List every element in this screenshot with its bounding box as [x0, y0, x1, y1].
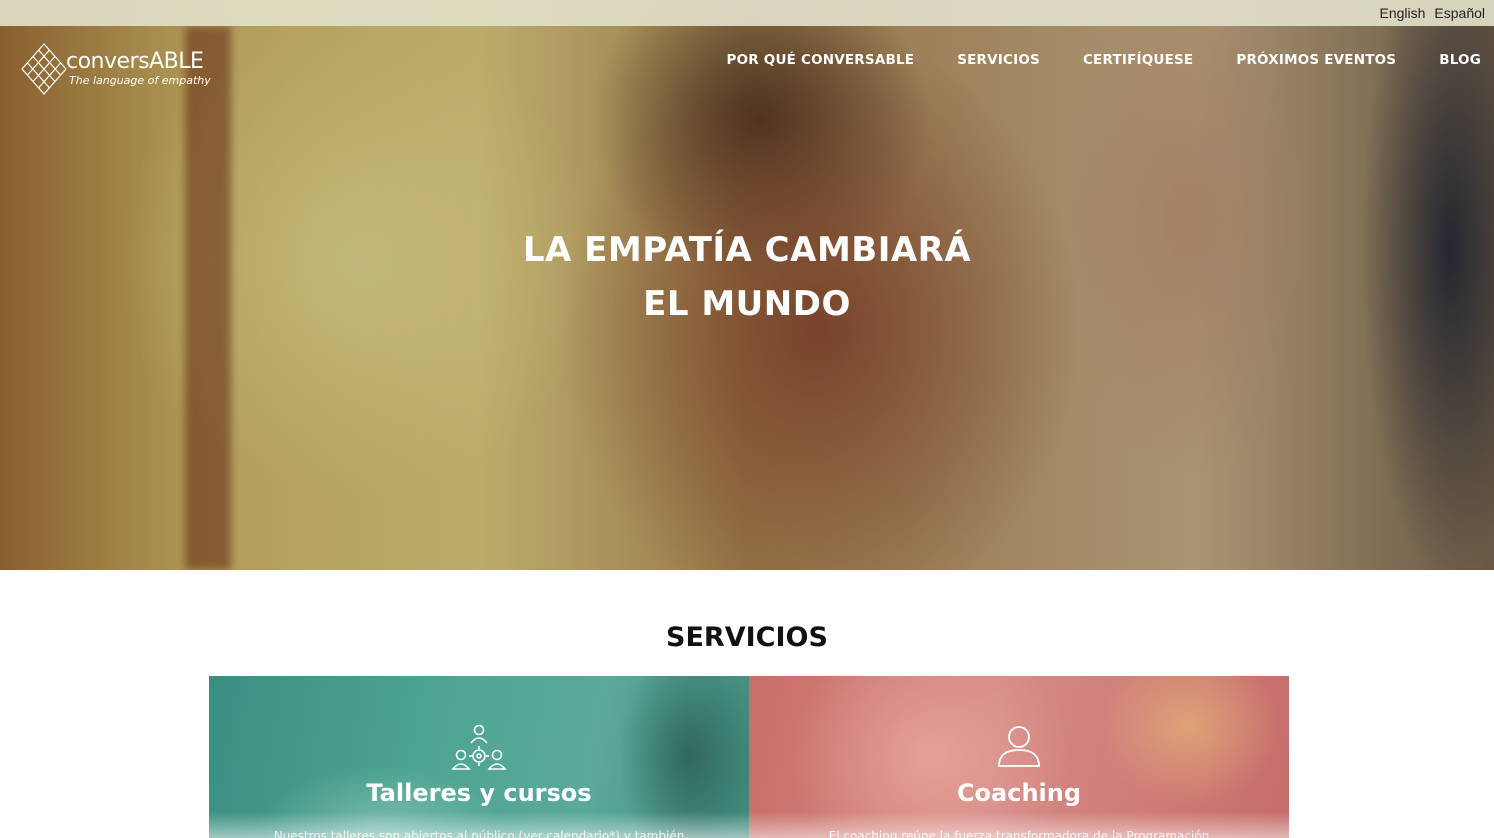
service-card-title: Talleres y cursos	[366, 779, 592, 807]
main-nav: POR QUÉ CONVERSABLE SERVICIOS CERTIFÍQUE…	[727, 52, 1481, 68]
person-icon	[998, 726, 1040, 767]
services-heading: SERVICIOS	[666, 622, 828, 653]
logo-brand: conversABLE	[66, 49, 204, 74]
hero-title: LA EMPATÍA CAMBIARÁ EL MUNDO	[0, 223, 1494, 331]
service-card-description: Nuestros talleres son abiertos al públic…	[273, 829, 685, 838]
logo-text: conversABLE The language of empathy	[66, 50, 211, 88]
service-card-title: Coaching	[956, 779, 1082, 807]
nav-item-por-que-conversable[interactable]: POR QUÉ CONVERSABLE	[727, 52, 915, 68]
service-card-talleres[interactable]: Talleres y cursos Nuestros talleres son …	[209, 676, 749, 838]
nav-item-certifiquese[interactable]: CERTIFÍQUESE	[1083, 52, 1193, 68]
group-icon	[451, 724, 507, 770]
service-card-coaching[interactable]: Coaching El coaching reúne la fuerza tra…	[749, 676, 1289, 838]
hero-title-line-2: EL MUNDO	[643, 284, 851, 324]
diamond-logo-icon	[21, 43, 67, 95]
nav-item-proximos-eventos[interactable]: PRÓXIMOS EVENTOS	[1236, 52, 1396, 68]
hero-title-line-1: LA EMPATÍA CAMBIARÁ	[522, 230, 972, 270]
language-spanish-link[interactable]: Español	[1434, 5, 1485, 21]
site-logo[interactable]: conversABLE The language of empathy	[20, 41, 230, 97]
nav-item-servicios[interactable]: SERVICIOS	[957, 52, 1040, 68]
nav-item-blog[interactable]: BLOG	[1439, 52, 1481, 68]
language-bar: English Español	[0, 0, 1494, 26]
language-english-link[interactable]: English	[1379, 5, 1425, 21]
logo-tagline: The language of empathy	[69, 74, 211, 87]
service-card-description: El coaching reúne la fuerza transformado…	[828, 829, 1210, 838]
